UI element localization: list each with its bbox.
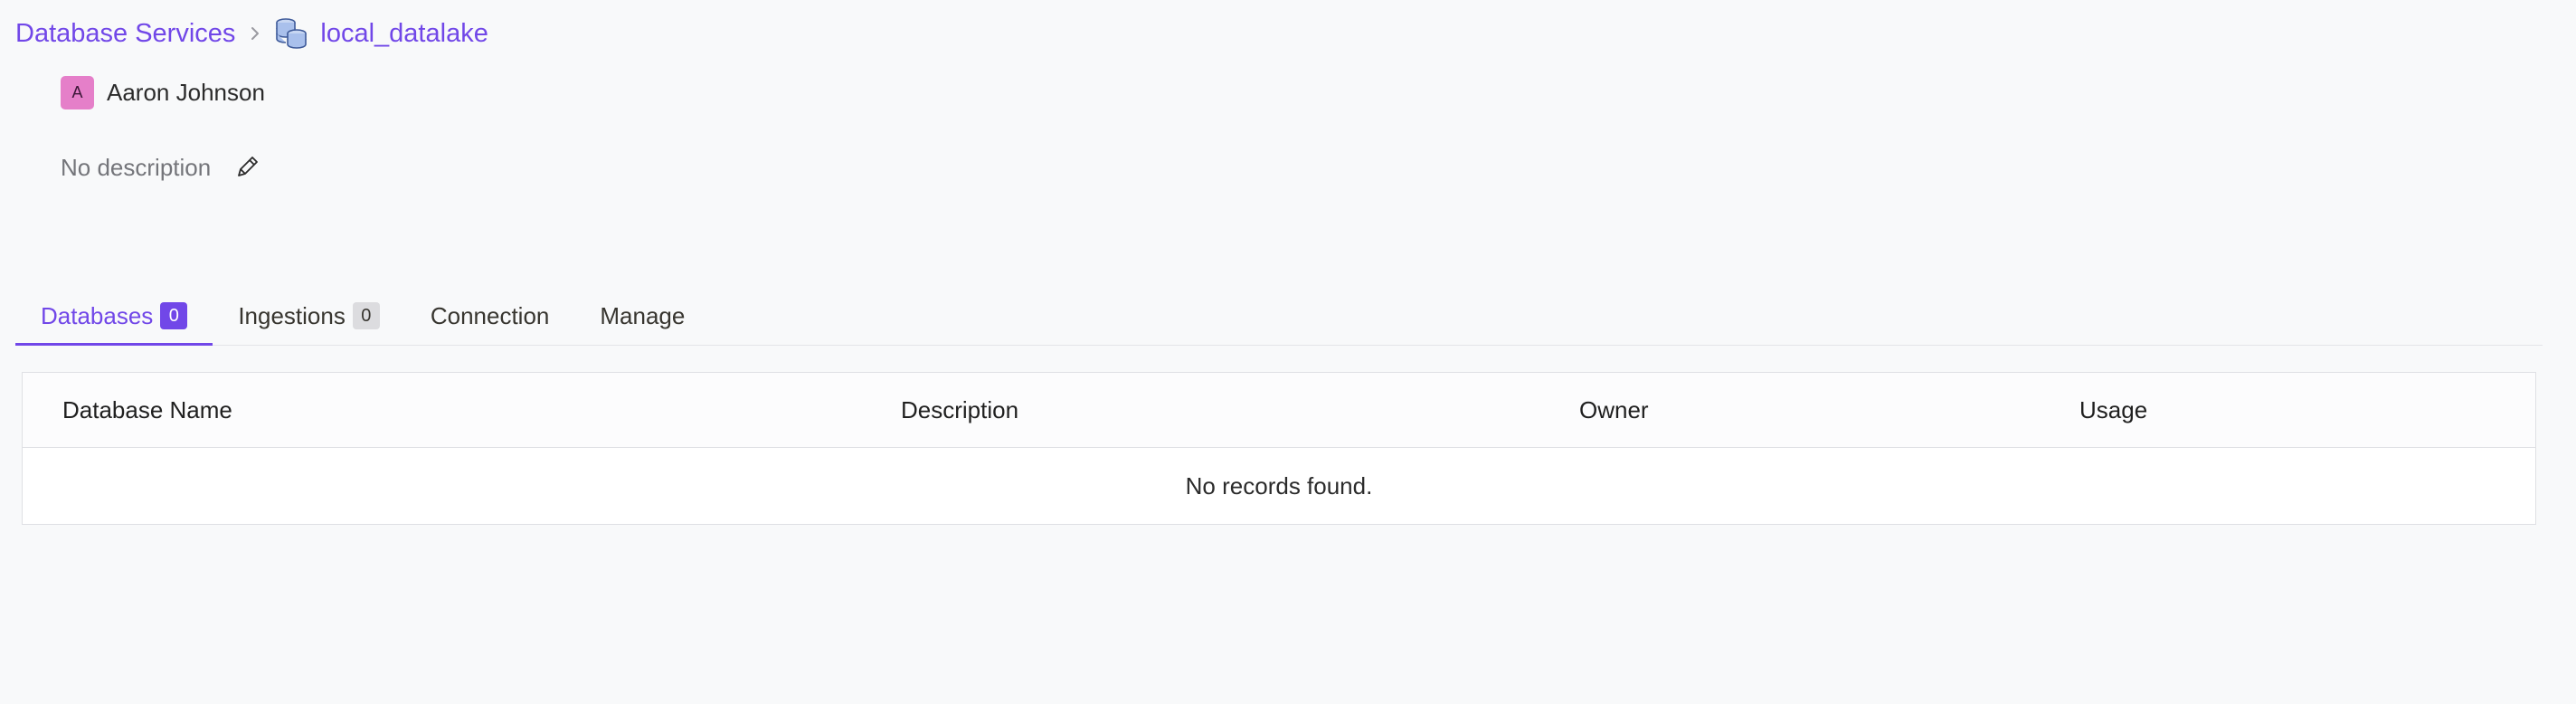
tab-bar: Databases 0 Ingestions 0 Connection Mana… [15,288,2543,346]
description-text: No description [61,153,212,181]
databases-table: Database Name Description Owner Usage No… [22,372,2536,525]
edit-description-button[interactable] [232,152,263,183]
tab-connection[interactable]: Connection [405,288,575,344]
column-header-description: Description [901,396,1019,423]
table-body: No records found. [23,448,2535,524]
column-header-database-name: Database Name [62,396,232,423]
count-badge: 0 [352,302,380,329]
tab-databases[interactable]: Databases 0 [15,288,213,346]
table-header: Database Name Description Owner Usage [23,373,2535,448]
avatar: A [61,75,94,109]
breadcrumb: Database Services local_datalake [15,15,488,52]
database-stack-icon [273,15,309,52]
column-header-owner: Owner [1579,396,1649,423]
description-section: No description [61,150,263,185]
tab-manage[interactable]: Manage [574,288,710,344]
breadcrumb-database-services-link[interactable]: Database Services [15,19,235,49]
count-badge: 0 [160,302,188,329]
chevron-right-icon [248,24,262,43]
breadcrumb-current-service[interactable]: local_datalake [320,19,488,49]
empty-state-message: No records found. [1185,471,1373,499]
tab-ingestions[interactable]: Ingestions 0 [213,288,405,344]
owner-info: A Aaron Johnson [61,75,265,109]
database-service-page: Database Services local_datalake A Aaron… [0,0,2576,704]
tab-label: Connection [430,301,550,329]
tab-label: Databases [41,301,154,329]
pencil-icon [234,153,261,183]
tab-label: Ingestions [238,301,346,329]
owner-name[interactable]: Aaron Johnson [107,79,265,107]
column-header-usage: Usage [2079,396,2148,423]
tab-label: Manage [600,301,686,329]
